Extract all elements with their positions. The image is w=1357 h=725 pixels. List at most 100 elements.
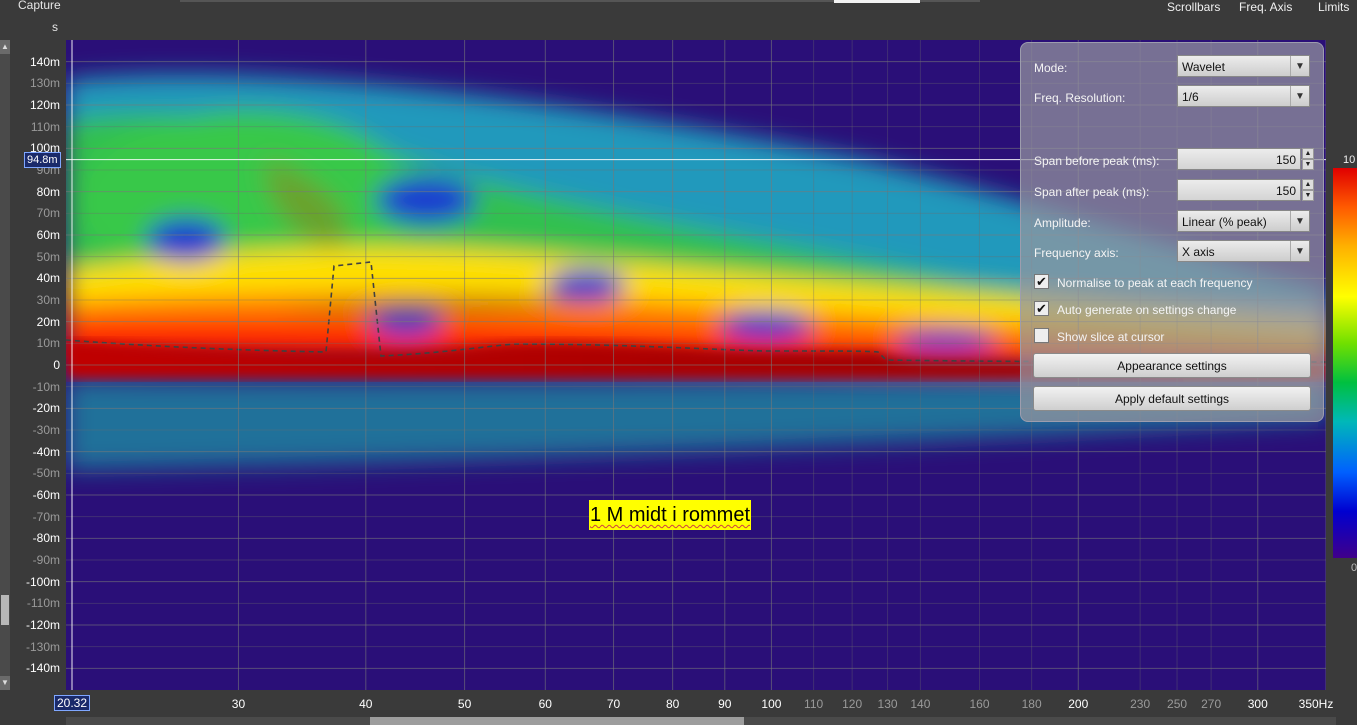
amplitude-label: Amplitude: [1034, 216, 1091, 230]
span-after-input[interactable]: 150 [1177, 179, 1301, 201]
vertical-scroll-thumb[interactable] [1, 595, 9, 625]
y-tick-label: -50m [32, 466, 60, 481]
x-tick-label: 180 [1021, 697, 1042, 711]
y-tick-label: -110m [26, 596, 60, 611]
normalise-label: Normalise to peak at each frequency [1057, 276, 1253, 290]
span-after-down-icon[interactable]: ▼ [1302, 190, 1314, 201]
color-scale-bar [1333, 168, 1357, 558]
y-tick-label: -60m [32, 488, 60, 502]
capture-label: Capture [18, 0, 61, 12]
y-tick-label: -70m [32, 509, 60, 524]
freq-resolution-value: 1/6 [1182, 90, 1199, 104]
amplitude-value: Linear (% peak) [1182, 215, 1267, 229]
y-tick-label: 120m [29, 98, 60, 112]
y-tick-label: 130m [29, 76, 60, 91]
checkmark-icon: ✔ [1036, 274, 1047, 289]
y-tick-label: 70m [36, 206, 60, 221]
color-scale-max: 10 [1343, 154, 1356, 166]
y-cursor-readout: 94.8m [24, 152, 61, 168]
vertical-scrollbar[interactable]: ▲ ▼ [0, 40, 10, 690]
auto-generate-checkbox[interactable]: ✔ [1034, 301, 1049, 316]
x-tick-label: 200 [1068, 697, 1089, 711]
x-cursor-readout: 20.32 [54, 695, 91, 711]
y-tick-label: -90m [32, 553, 60, 567]
x-tick-label: 30 [231, 697, 246, 711]
x-tick-label: 120 [842, 697, 863, 711]
y-tick-label: 140m [29, 54, 60, 69]
scroll-up-icon[interactable]: ▲ [0, 40, 10, 54]
y-tick-label: 20m [36, 314, 60, 329]
chevron-down-icon: ▼ [1290, 241, 1309, 261]
freq-resolution-dropdown[interactable]: 1/6 ▼ [1177, 85, 1310, 107]
y-tick-label: -100m [25, 574, 60, 589]
y-tick-label: -30m [32, 423, 60, 437]
y-tick-label: 50m [36, 249, 60, 264]
x-tick-label: 130 [877, 697, 898, 711]
checkmark-icon: ✔ [1036, 301, 1047, 316]
x-tick-label: 50 [457, 697, 472, 711]
freq-axis-button[interactable]: Freq. Axis [1239, 0, 1292, 14]
chevron-down-icon: ▼ [1290, 56, 1309, 76]
apply-default-settings-button[interactable]: Apply default settings [1033, 386, 1311, 411]
time-axis: 140m 130m 120m 110m 100m 90m 80m 70m 60m 50m 40m 30… [10, 40, 66, 690]
span-before-input[interactable]: 150 [1177, 148, 1301, 170]
x-tick-label: 40 [359, 697, 373, 711]
y-tick-label: 10m [36, 336, 60, 351]
y-tick-label: -10m [32, 379, 60, 394]
normalise-checkbox[interactable]: ✔ [1034, 274, 1049, 289]
x-tick-label: 250 [1167, 697, 1188, 711]
spectrogram-settings-panel: Mode: Wavelet ▼ Freq. Resolution: 1/6 ▼ … [1020, 42, 1324, 422]
x-tick-label: 100 [761, 697, 782, 711]
top-slider-thumb[interactable] [834, 0, 920, 3]
x-tick-label: 80 [665, 697, 680, 711]
y-tick-label: -40m [32, 444, 60, 459]
y-tick-label: 60m [36, 228, 60, 242]
scroll-down-icon[interactable]: ▼ [0, 676, 10, 690]
mode-value: Wavelet [1182, 60, 1225, 74]
frequency-axis: 20.32 30 40 50 60 70 80 90 100 110 120 130 140 160 18… [54, 690, 1357, 725]
scrollbars-button[interactable]: Scrollbars [1167, 0, 1220, 14]
span-before-label: Span before peak (ms): [1034, 154, 1160, 168]
top-toolbar: Capture s Scrollbars Freq. Axis Limits [0, 0, 1357, 40]
limits-button[interactable]: Limits [1318, 0, 1349, 14]
x-tick-label: 140 [910, 697, 931, 711]
x-tick-label: 270 [1201, 697, 1222, 711]
span-after-up-icon[interactable]: ▲ [1302, 179, 1314, 190]
chevron-down-icon: ▼ [1290, 211, 1309, 231]
y-tick-label: -130m [25, 639, 60, 654]
x-tick-label: 70 [606, 697, 621, 711]
y-tick-label: -20m [32, 401, 60, 416]
span-before-up-icon[interactable]: ▲ [1302, 148, 1314, 159]
frequency-axis-value: X axis [1182, 245, 1215, 259]
frequency-axis-label: Frequency axis: [1034, 246, 1119, 260]
y-tick-label: -140m [25, 661, 60, 676]
mode-dropdown[interactable]: Wavelet ▼ [1177, 55, 1310, 77]
x-tick-label: 300 [1247, 697, 1268, 711]
mode-label: Mode: [1034, 61, 1068, 75]
auto-generate-label: Auto generate on settings change [1057, 303, 1237, 317]
horizontal-scrollbar[interactable] [66, 717, 1336, 725]
x-tick-label: 60 [538, 697, 552, 711]
span-after-label: Span after peak (ms): [1034, 185, 1150, 199]
y-tick-label: 80m [36, 184, 60, 199]
color-scale-min: 0 [1351, 562, 1357, 574]
show-slice-label: Show slice at cursor [1057, 330, 1165, 344]
frequency-axis-dropdown[interactable]: X axis ▼ [1177, 240, 1310, 262]
x-tick-label: 230 [1130, 697, 1151, 711]
y-tick-label: 30m [36, 293, 60, 307]
annotation-label: 1 M midt i rommet [589, 500, 752, 530]
x-tick-label: 160 [969, 697, 990, 711]
horizontal-scroll-thumb[interactable] [370, 717, 744, 725]
amplitude-dropdown[interactable]: Linear (% peak) ▼ [1177, 210, 1310, 232]
x-tick-label: 350Hz [1298, 697, 1334, 711]
y-tick-label: 40m [36, 271, 60, 286]
span-before-down-icon[interactable]: ▼ [1302, 159, 1314, 170]
y-tick-label: -120m [25, 618, 60, 632]
x-tick-label: 110 [804, 697, 824, 711]
show-slice-checkbox[interactable] [1034, 328, 1049, 343]
x-tick-label: 90 [718, 697, 732, 711]
y-tick-label: 0 [53, 358, 60, 372]
appearance-settings-button[interactable]: Appearance settings [1033, 353, 1311, 378]
freq-resolution-label: Freq. Resolution: [1034, 91, 1126, 105]
chevron-down-icon: ▼ [1290, 86, 1309, 106]
